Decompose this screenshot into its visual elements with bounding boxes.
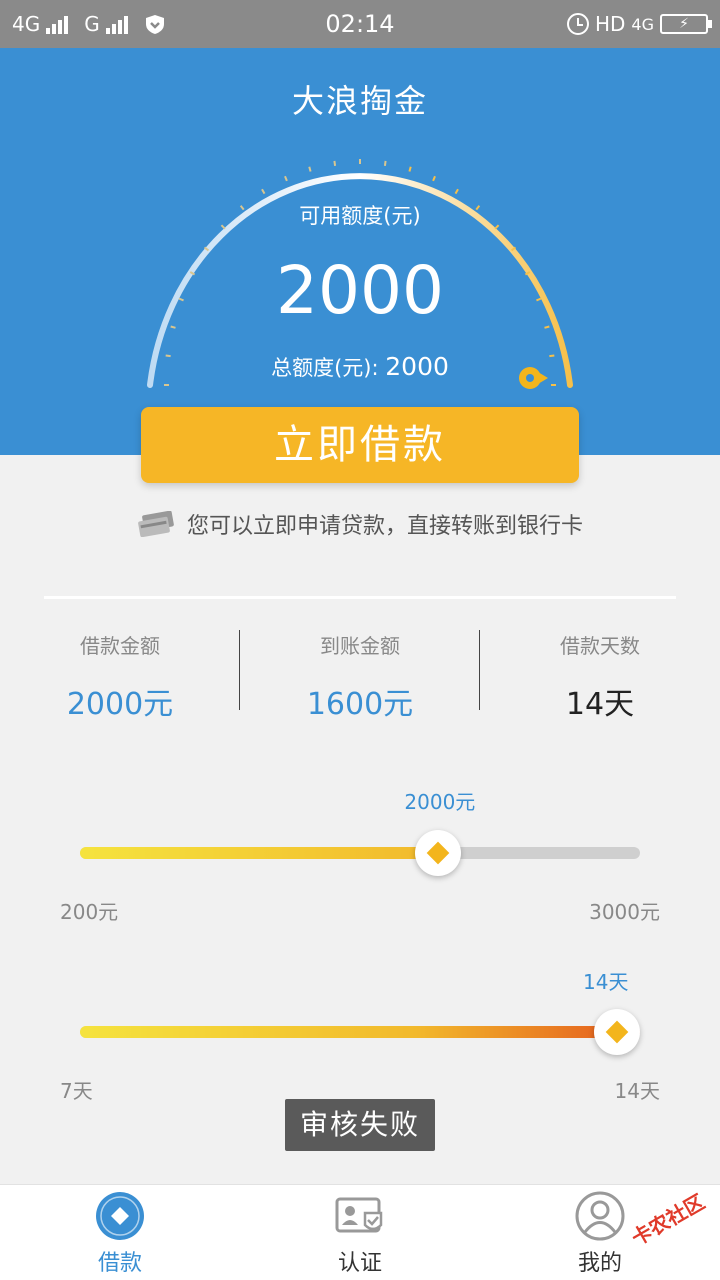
tab-verify-label: 认证	[337, 1251, 382, 1276]
amount-slider-track[interactable]	[80, 847, 640, 859]
days-slider-track[interactable]	[80, 1026, 640, 1038]
loan-amount-label: 借款金额	[80, 634, 160, 658]
toast-message: 审核失败	[285, 1099, 435, 1151]
hint-text: 您可以立即申请贷款，直接转账到银行卡	[186, 514, 583, 539]
gauge-tick	[432, 175, 436, 182]
available-credit-value: 2000	[276, 252, 444, 329]
total-credit-value: 2000	[385, 352, 449, 381]
amount-slider-fill	[80, 847, 439, 859]
hd-label: HD	[594, 12, 626, 36]
tab-loan[interactable]: 借款	[0, 1185, 240, 1280]
loan-days-column: 借款天数 14天	[480, 620, 720, 723]
id-card-icon	[335, 1197, 383, 1233]
loan-days-value: 14天	[565, 687, 635, 722]
alarm-icon	[566, 13, 589, 35]
borrow-now-button[interactable]: 立即借款	[141, 407, 579, 483]
received-amount-label: 到账金额	[320, 634, 400, 658]
bank-card-icon	[138, 511, 174, 537]
network-label-3: 4G	[631, 14, 654, 34]
divider	[44, 596, 676, 599]
gauge-tick	[408, 166, 412, 172]
credit-gauge	[147, 159, 573, 389]
days-max-label: 14天	[614, 1079, 660, 1103]
gauge-tick	[333, 160, 337, 167]
loan-days-label: 借款天数	[560, 634, 640, 658]
gauge-tick	[383, 160, 387, 167]
hint-row: 您可以立即申请贷款，直接转账到银行卡	[0, 508, 720, 540]
available-credit-label: 可用额度(元)	[299, 204, 421, 228]
gauge-tick	[261, 188, 266, 195]
loan-icon	[96, 1192, 144, 1240]
loan-amount-value: 2000元	[66, 687, 174, 722]
gauge-tick	[284, 175, 288, 182]
tab-bar: 借款 认证 我的	[0, 1184, 720, 1280]
amount-slider-value: 2000元	[404, 790, 476, 814]
amount-slider-handle[interactable]	[415, 830, 462, 876]
received-amount-column: 到账金额 1600元	[240, 620, 480, 723]
tab-verify[interactable]: 认证	[240, 1185, 480, 1280]
loan-summary: 借款金额 2000元 到账金额 1600元 借款天数 14天	[0, 620, 720, 723]
total-credit: 总额度(元): 2000	[0, 352, 720, 382]
tab-mine-label: 我的	[577, 1251, 622, 1276]
column-separator	[239, 630, 240, 710]
tab-loan-label: 借款	[97, 1251, 142, 1276]
battery-icon: ⚡	[660, 14, 712, 34]
gauge-tick	[308, 166, 312, 172]
gauge-tick	[454, 188, 459, 195]
amount-max-label: 3000元	[589, 900, 660, 924]
days-slider-handle[interactable]	[594, 1009, 640, 1055]
column-separator	[479, 630, 480, 710]
days-slider-value: 14天	[583, 970, 629, 994]
status-bar: 4G G 02:14 HD 4G ⚡	[0, 0, 720, 48]
loan-amount-column: 借款金额 2000元	[0, 620, 240, 723]
received-amount-value: 1600元	[306, 687, 414, 722]
amount-min-label: 200元	[60, 900, 119, 924]
status-right: HD 4G ⚡	[566, 0, 712, 48]
total-credit-label: 总额度(元):	[271, 356, 379, 380]
days-min-label: 7天	[60, 1079, 93, 1103]
days-slider-fill	[80, 1026, 640, 1038]
